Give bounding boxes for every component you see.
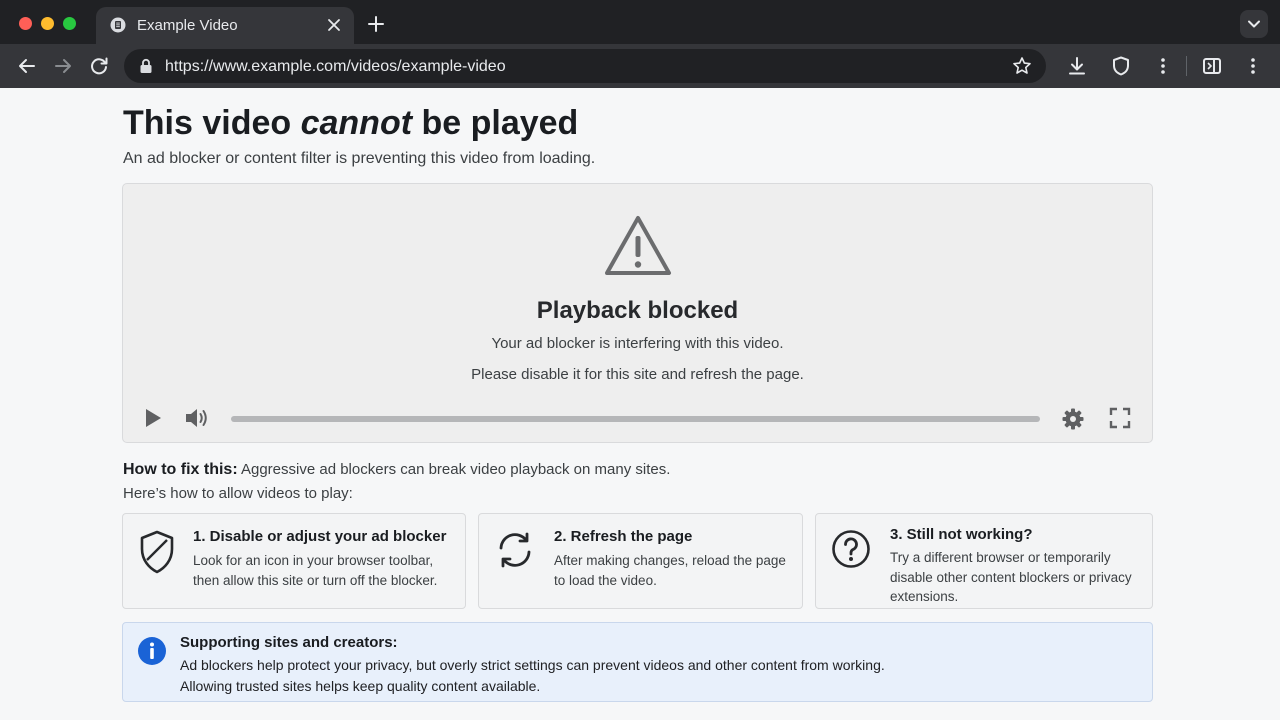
side-panel-button[interactable] [1201, 55, 1223, 77]
player-message: Your ad blocker is interfering with this… [491, 335, 784, 352]
info-icon [137, 636, 167, 671]
player-heading: Playback blocked [536, 297, 739, 324]
download-icon [1069, 57, 1085, 75]
page-menu-button[interactable] [1152, 55, 1174, 77]
volume-icon [186, 409, 207, 427]
player-instruction: Please disable it for this site and refr… [471, 366, 804, 383]
info-banner: Supporting sites and creators: Ad blocke… [122, 622, 1153, 702]
kebab-menu-icon [1251, 58, 1255, 74]
side-panel-icon [1203, 58, 1221, 74]
tab-strip: Example Video [0, 0, 1280, 44]
plus-icon [368, 16, 384, 32]
tab-title: Example Video [137, 17, 238, 34]
page-title: This video cannot be played [123, 104, 578, 143]
minimize-window-button[interactable] [41, 17, 54, 30]
back-arrow-icon [19, 59, 35, 73]
info-line: Allowing trusted sites helps keep qualit… [180, 678, 541, 694]
maximize-window-button[interactable] [63, 17, 76, 30]
document-icon [110, 17, 126, 33]
tab-example-video[interactable]: Example Video [96, 7, 354, 44]
toolbar-divider [1186, 56, 1187, 76]
new-tab-button[interactable] [366, 14, 386, 34]
browser-toolbar: https://www.example.com/videos/example-v… [0, 44, 1280, 88]
forward-arrow-icon [55, 59, 71, 73]
play-button[interactable] [143, 407, 163, 434]
reload-button[interactable] [88, 55, 110, 77]
progress-bar[interactable] [231, 416, 1040, 422]
page-title-emphasis: cannot [300, 104, 413, 142]
page-title-start: This video [123, 104, 301, 142]
step-text: Try a different browser or temporarily d… [890, 550, 1132, 604]
fullscreen-button[interactable] [1109, 407, 1131, 434]
star-icon [1013, 57, 1031, 74]
step-title: 1. Disable or adjust your ad blocker [193, 528, 447, 545]
close-icon[interactable] [326, 17, 342, 33]
page-subtitle: An ad blocker or content filter is preve… [123, 150, 596, 167]
refresh-icon [495, 530, 535, 575]
shield-icon [137, 529, 177, 580]
how-to-fix-subtext: Here’s how to allow videos to play: [123, 485, 353, 502]
fullscreen-icon [1109, 407, 1131, 429]
info-text: Ad blockers help protect your privacy, b… [180, 655, 885, 697]
address-bar[interactable]: https://www.example.com/videos/example-v… [124, 49, 1046, 83]
how-to-fix-intro: How to fix this: Aggressive ad blockers … [123, 461, 670, 479]
info-line: Ad blockers help protect your privacy, b… [180, 657, 885, 673]
browser-window-frame: Example Video https://www.example.com/vi… [0, 0, 1280, 88]
extension-button[interactable] [1110, 55, 1132, 77]
back-button[interactable] [16, 55, 38, 77]
page-title-end: be played [412, 104, 579, 142]
step-card-refresh-page: 2. Refresh the page After making changes… [478, 513, 803, 609]
bookmark-button[interactable] [1012, 56, 1032, 81]
shield-icon [1113, 56, 1129, 76]
step-text: Look for an icon in your browser toolbar… [193, 553, 438, 588]
settings-button[interactable] [1061, 407, 1085, 436]
url-text[interactable]: https://www.example.com/videos/example-v… [165, 58, 506, 76]
step-card-still-not-working: 3. Still not working? Try a different br… [815, 513, 1153, 609]
kebab-menu-icon [1161, 58, 1165, 74]
lock-icon[interactable] [139, 58, 153, 79]
close-window-button[interactable] [19, 17, 32, 30]
browser-menu-button[interactable] [1242, 55, 1264, 77]
reload-icon [91, 57, 108, 75]
chevron-down-icon [1248, 20, 1260, 28]
page-content: This video cannot be played An ad blocke… [0, 88, 1280, 720]
volume-button[interactable] [184, 406, 210, 435]
how-to-fix-text: Aggressive ad blockers can break video p… [237, 461, 671, 478]
gear-icon [1062, 408, 1084, 430]
downloads-button[interactable] [1066, 55, 1088, 77]
warning-icon [603, 214, 673, 283]
step-card-disable-ad-blocker: 1. Disable or adjust your ad blocker Loo… [122, 513, 466, 609]
step-title: 3. Still not working? [890, 526, 1033, 543]
question-icon [831, 529, 871, 574]
info-title: Supporting sites and creators: [180, 634, 398, 651]
forward-button[interactable] [52, 55, 74, 77]
video-player[interactable]: Playback blocked Your ad blocker is inte… [122, 183, 1153, 443]
step-text: After making changes, reload the page to… [554, 553, 786, 588]
tab-search-button[interactable] [1240, 10, 1268, 38]
how-to-fix-label: How to fix this: [123, 461, 238, 478]
play-icon [146, 409, 161, 427]
step-title: 2. Refresh the page [554, 528, 693, 545]
